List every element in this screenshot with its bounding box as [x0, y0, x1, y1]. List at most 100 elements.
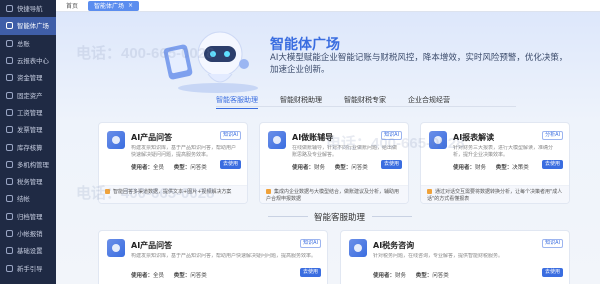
- sidebar-item-label: 快捷导航: [17, 5, 43, 14]
- sidebar-item-label: 云报表中心: [17, 57, 49, 66]
- sidebar-item[interactable]: 智能体广场: [0, 17, 56, 35]
- sidebar-item[interactable]: 总账: [0, 35, 56, 52]
- hero-banner: 智能体广场 AI大模型赋能企业智能记账与财税风控，降本增效，实时风险预警，优化决…: [56, 12, 600, 94]
- card-footer: 智能回答多渠道数据，提供文本+图片+视频解决方案: [99, 185, 247, 203]
- sidebar-item-label: 基础设置: [17, 247, 43, 256]
- sidebar-item-label: 总账: [17, 39, 30, 48]
- card-description: 针对税务问题，在线咨询，专业解答，提供智能财税服务。: [373, 253, 504, 259]
- main-content: 智能体广场 AI大模型赋能企业智能记账与财税风控，降本增效，实时风险预警，优化决…: [56, 12, 600, 284]
- card-footer: 集成内企业数据与大模型结合，做账建议及分析，辅助用户合规申报数据: [260, 185, 408, 203]
- sidebar-item[interactable]: 工资管理: [0, 104, 56, 121]
- card-title: AI产品问答: [131, 241, 173, 250]
- use-button[interactable]: 去使用: [541, 160, 563, 169]
- sidebar-item-label: 资金管理: [17, 74, 43, 83]
- sidebar-item[interactable]: 小帐报销: [0, 225, 56, 242]
- meta-user: 使用者：财务: [453, 165, 487, 171]
- close-icon[interactable]: ×: [128, 2, 133, 9]
- use-button[interactable]: 去使用: [541, 268, 563, 277]
- sidebar-item[interactable]: 云报表中心: [0, 52, 56, 69]
- sidebar-item[interactable]: 资金管理: [0, 69, 56, 86]
- agent-icon: [268, 131, 286, 149]
- sidebar-item-label: 小帐报销: [17, 230, 43, 238]
- sidebar-item[interactable]: 基础设置: [0, 242, 56, 259]
- meta-type: 类型：问答类: [415, 273, 449, 279]
- card-title: AI税务咨询: [373, 241, 415, 250]
- sidebar-item[interactable]: 固定资产: [0, 86, 56, 103]
- agent-icon: [107, 239, 125, 257]
- card-tag: 知识AI: [220, 131, 241, 140]
- sidebar-item-label: 智能体广场: [17, 22, 49, 31]
- agent-card-tax-consult[interactable]: AI税务咨询 知识AI 针对税务问题，在线咨询，专业解答，提供智能财税服务。 使…: [340, 230, 570, 284]
- sidebar-item[interactable]: 快捷导航: [0, 0, 56, 17]
- tab-label: 智能体广场: [94, 3, 125, 10]
- menu-icon: [6, 5, 13, 13]
- agent-icon: [349, 239, 367, 257]
- sidebar-item-label: 税务管理: [17, 178, 43, 187]
- menu-icon: [6, 212, 13, 220]
- bulb-icon: [105, 189, 110, 194]
- agent-card-bookkeeping[interactable]: AI做账辅导 知识AI 在线做账辅导，针对不同行业做账问题，给出做账思路及专业解…: [259, 122, 409, 204]
- card-description: 构建发票知识库，基于产品知识问答，帮助用户快速解决疑问问题，提高服务效率。: [131, 253, 317, 259]
- sidebar-item[interactable]: 库存核算: [0, 138, 56, 155]
- meta-user: 使用者：全员: [131, 165, 165, 171]
- sidebar-item-label: 固定资产: [17, 91, 43, 100]
- divider: [372, 216, 412, 217]
- robot-illustration: [163, 31, 258, 93]
- sidebar-item-label: 工资管理: [17, 108, 43, 117]
- sidebar-item-label: 归档管理: [17, 212, 43, 221]
- agent-icon: [429, 131, 447, 149]
- meta-user: 使用者：财务: [373, 273, 407, 279]
- sidebar-item[interactable]: 新手引导: [0, 259, 56, 276]
- sidebar-item[interactable]: 归档管理: [0, 208, 56, 225]
- bulb-icon: [266, 189, 271, 194]
- tab-bar: 首页 智能体广场 ×: [56, 0, 600, 12]
- divider: [268, 216, 308, 217]
- card-description: 构建发票知识库，基于产品知识问答，帮助用户快速解决疑问问题，提高服务效率。: [131, 145, 237, 158]
- sidebar-item-label: 新手引导: [17, 264, 43, 273]
- menu-icon: [6, 160, 13, 168]
- meta-user: 使用者：财务: [292, 165, 326, 171]
- menu-icon: [6, 126, 13, 134]
- sidebar-item-label: 结帐: [17, 195, 30, 204]
- sidebar-item[interactable]: 发票管理: [0, 121, 56, 138]
- card-title: AI报表解读: [453, 133, 495, 142]
- divider: [216, 106, 516, 107]
- menu-icon: [6, 39, 13, 47]
- page-title: 智能体广场: [270, 36, 340, 52]
- sidebar: 快捷导航智能体广场总账云报表中心资金管理固定资产工资管理发票管理库存核算多机构管…: [0, 0, 56, 284]
- menu-icon: [6, 74, 13, 82]
- menu-icon: [6, 91, 13, 99]
- agent-icon: [107, 131, 125, 149]
- sidebar-item-label: 库存核算: [17, 143, 43, 152]
- use-button[interactable]: 去使用: [299, 268, 321, 277]
- sidebar-item[interactable]: 税务管理: [0, 173, 56, 190]
- menu-icon: [6, 195, 13, 203]
- use-button[interactable]: 去使用: [219, 160, 241, 169]
- hero-description: AI大模型赋能企业智能记账与财税风控，降本增效，实时风险预警，优化决策，加速企业…: [270, 53, 568, 75]
- card-title: AI产品问答: [131, 133, 173, 142]
- card-title: AI做账辅导: [292, 133, 334, 142]
- menu-icon: [6, 264, 13, 272]
- card-tag: 知识AI: [300, 239, 321, 248]
- card-description: 在线做账辅导，针对不同行业做账问题，给出做账思路及专业解答。: [292, 145, 398, 158]
- meta-user: 使用者：全员: [131, 273, 165, 279]
- menu-icon: [6, 247, 13, 255]
- sidebar-item-label: 发票管理: [17, 126, 43, 135]
- use-button[interactable]: 去使用: [380, 160, 402, 169]
- card-meta: 使用者：财务 类型：决策类: [453, 163, 537, 171]
- meta-type: 类型：问答类: [173, 273, 207, 279]
- card-tag: 知识AI: [542, 239, 563, 248]
- agent-card-product-qa-2[interactable]: AI产品问答 知识AI 构建发票知识库，基于产品知识问答，帮助用户快速解决疑问问…: [98, 230, 328, 284]
- sidebar-item[interactable]: 结帐: [0, 190, 56, 207]
- agent-card-report[interactable]: AI报表解读 分析AI 针对财务三大报表，进行大模型解读，准确分析，提升企业决策…: [420, 122, 570, 204]
- card-meta: 使用者：财务 类型：问答类: [292, 163, 376, 171]
- agent-card-product-qa[interactable]: AI产品问答 知识AI 构建发票知识库，基于产品知识问答，帮助用户快速解决疑问问…: [98, 122, 248, 204]
- card-tag: 分析AI: [542, 131, 563, 140]
- menu-icon: [6, 143, 13, 151]
- card-meta: 使用者：全员 类型：问答类: [131, 271, 215, 279]
- sidebar-item[interactable]: 多机构管理: [0, 156, 56, 173]
- card-meta: 使用者：全员 类型：问答类: [131, 163, 215, 171]
- tab-home[interactable]: 首页: [60, 1, 84, 11]
- tab-agent-plaza[interactable]: 智能体广场 ×: [88, 0, 140, 11]
- bulb-icon: [427, 189, 432, 194]
